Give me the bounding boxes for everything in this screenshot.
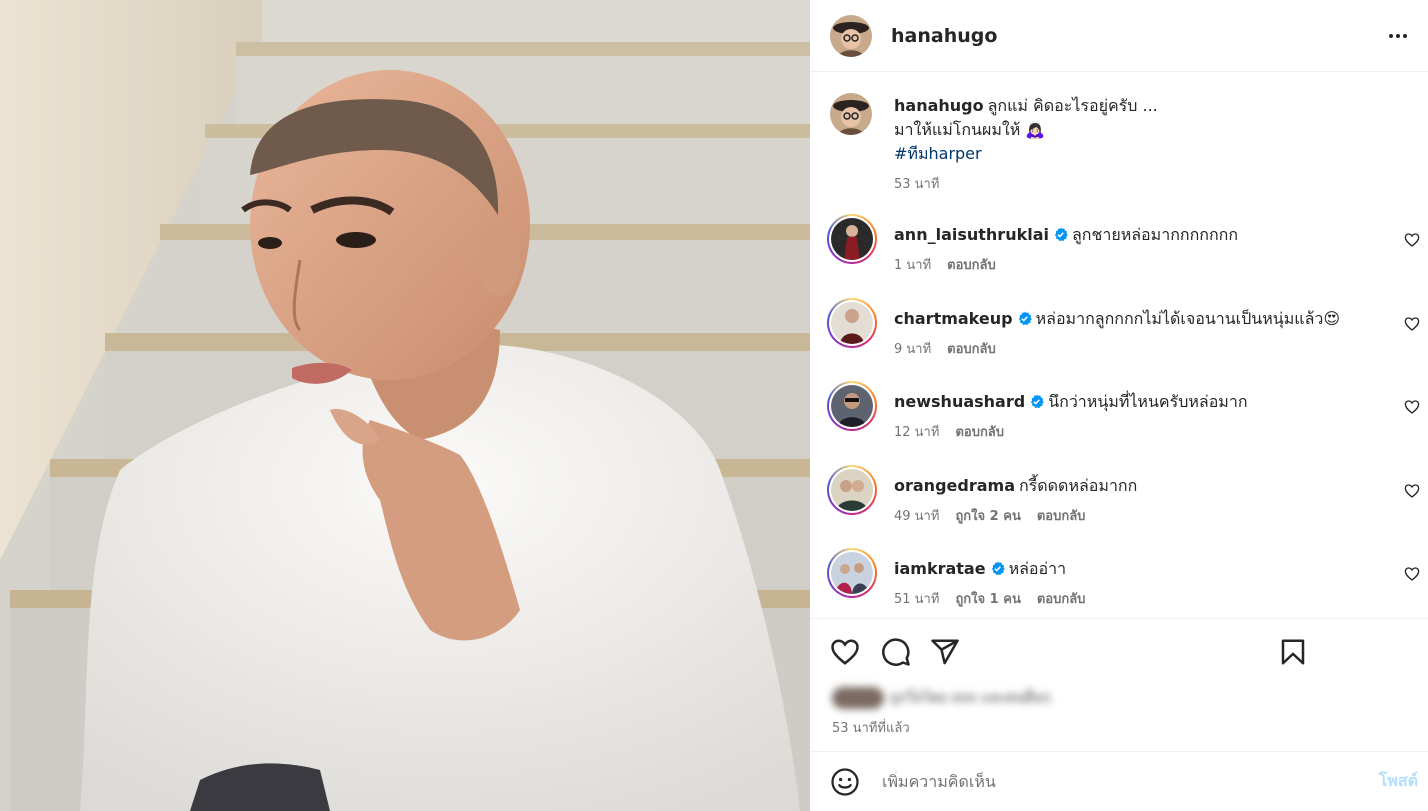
caption: hanahugo ลูกแม่ คิดอะไรอยู่ครับ ... มาให้… <box>810 73 1428 203</box>
comment-username[interactable]: newshuashard <box>894 392 1025 411</box>
comment-like-icon[interactable] <box>1404 316 1420 332</box>
comment-likes-count[interactable]: ถูกใจ 1 คน <box>955 588 1020 609</box>
heart-icon[interactable] <box>830 637 860 667</box>
comment-text: กรี้ดดดหล่อมากก <box>1018 476 1138 495</box>
caption-text-line2: มาให้แม่โกนผมให้ 🙇🏻‍♀️ <box>894 120 1046 139</box>
reply-button[interactable]: ตอบกลับ <box>1037 505 1086 526</box>
comment-like-icon[interactable] <box>1404 566 1420 582</box>
reply-button[interactable]: ตอบกลับ <box>955 421 1004 442</box>
comment-username[interactable]: chartmakeup <box>894 309 1013 328</box>
comment-like-icon[interactable] <box>1404 483 1420 499</box>
caption-hashtag[interactable]: #ทีมharper <box>894 144 982 163</box>
post-detail-panel: hanahugo hanahugo ลูกแม่ คิดอะไรอยู่ครับ… <box>810 0 1428 811</box>
comment-item: iamkratae หล่ออ่าา 51 นาที ถูกใจ 1 คน ตอบกล… <box>810 547 1428 618</box>
comment-time: 51 นาที <box>894 592 940 607</box>
caption-time: 53 นาที <box>894 177 940 192</box>
emoji-icon[interactable] <box>830 767 860 797</box>
comment-item: newshuashard นึกว่าหนุ่มที่ไหนครับหล่อมาก… <box>810 380 1428 460</box>
reply-button[interactable]: ตอบกลับ <box>1037 588 1086 609</box>
comment-time: 9 นาที <box>894 342 932 357</box>
comment-username[interactable]: iamkratae <box>894 559 986 578</box>
more-horizontal-icon <box>1389 34 1407 38</box>
comment-item: ann_laisuthruklai ลูกชายหล่อมากกกกกกก 1 น… <box>810 213 1428 293</box>
post-timestamp[interactable]: 53 นาทีที่แล้ว <box>832 717 910 738</box>
reply-button[interactable]: ตอบกลับ <box>947 338 996 359</box>
verified-badge-icon <box>991 561 1005 576</box>
comment-input[interactable] <box>882 772 1352 791</box>
liked-by-text: ถูกใจโดย xxx และคนอื่นๆ <box>890 690 1051 706</box>
caption-username[interactable]: hanahugo <box>894 96 984 115</box>
comment-like-icon[interactable] <box>1404 399 1420 415</box>
comment-likes-count[interactable]: ถูกใจ 2 คน <box>955 505 1020 526</box>
comment-avatar[interactable] <box>827 548 877 598</box>
comment-avatar[interactable] <box>827 381 877 431</box>
comment-time: 49 นาที <box>894 509 940 524</box>
comment-time: 12 นาที <box>894 425 940 440</box>
comment-avatar[interactable] <box>827 298 877 348</box>
send-icon[interactable] <box>930 637 960 667</box>
comment-username[interactable]: orangedrama <box>894 476 1015 495</box>
comment-item: orangedrama กรี้ดดดหล่อมากก 49 นาที ถูกใจ … <box>810 464 1428 544</box>
more-options-button[interactable] <box>1384 22 1412 50</box>
comments-list[interactable]: hanahugo ลูกแม่ คิดอะไรอยู่ครับ ... มาให้… <box>810 73 1428 618</box>
caption-text-line1: ลูกแม่ คิดอะไรอยู่ครับ ... <box>987 96 1158 115</box>
comment-avatar[interactable] <box>827 214 877 264</box>
comment-time: 1 นาที <box>894 258 932 273</box>
post-header: hanahugo <box>810 0 1428 72</box>
bookmark-icon[interactable] <box>1278 637 1308 667</box>
comment-text: หล่อมากลูกกกกไม่ได้เจอนานเป็นหนุ่มแล้ว😍 <box>1035 309 1341 328</box>
reply-button[interactable]: ตอบกลับ <box>947 254 996 275</box>
add-comment-bar: โพสต์ <box>810 751 1428 811</box>
post-actions: ถูกใจโดย xxx และคนอื่นๆ 53 นาทีที่แล้ว <box>810 618 1428 750</box>
comment-icon[interactable] <box>881 637 911 667</box>
comment-like-icon[interactable] <box>1404 232 1420 248</box>
comment-text: หล่ออ่าา <box>1008 559 1067 578</box>
comment-text: นึกว่าหนุ่มที่ไหนครับหล่อมาก <box>1048 392 1248 411</box>
caption-avatar[interactable] <box>830 93 872 135</box>
verified-badge-icon <box>1054 227 1068 242</box>
liked-by-summary[interactable]: ถูกใจโดย xxx และคนอื่นๆ <box>832 685 1132 711</box>
author-username[interactable]: hanahugo <box>891 25 997 47</box>
comment-avatar[interactable] <box>827 465 877 515</box>
author-avatar[interactable] <box>830 14 872 57</box>
post-comment-button[interactable]: โพสต์ <box>1379 769 1418 794</box>
liked-by-avatars <box>832 687 884 709</box>
comment-item: chartmakeup หล่อมากลูกกกกไม่ได้เจอนานเป็น… <box>810 297 1428 377</box>
verified-badge-icon <box>1031 394 1044 409</box>
verified-badge-icon <box>1018 311 1032 326</box>
post-photo <box>0 0 810 811</box>
comment-username[interactable]: ann_laisuthruklai <box>894 225 1049 244</box>
comment-text: ลูกชายหล่อมากกกกกกก <box>1071 225 1238 244</box>
